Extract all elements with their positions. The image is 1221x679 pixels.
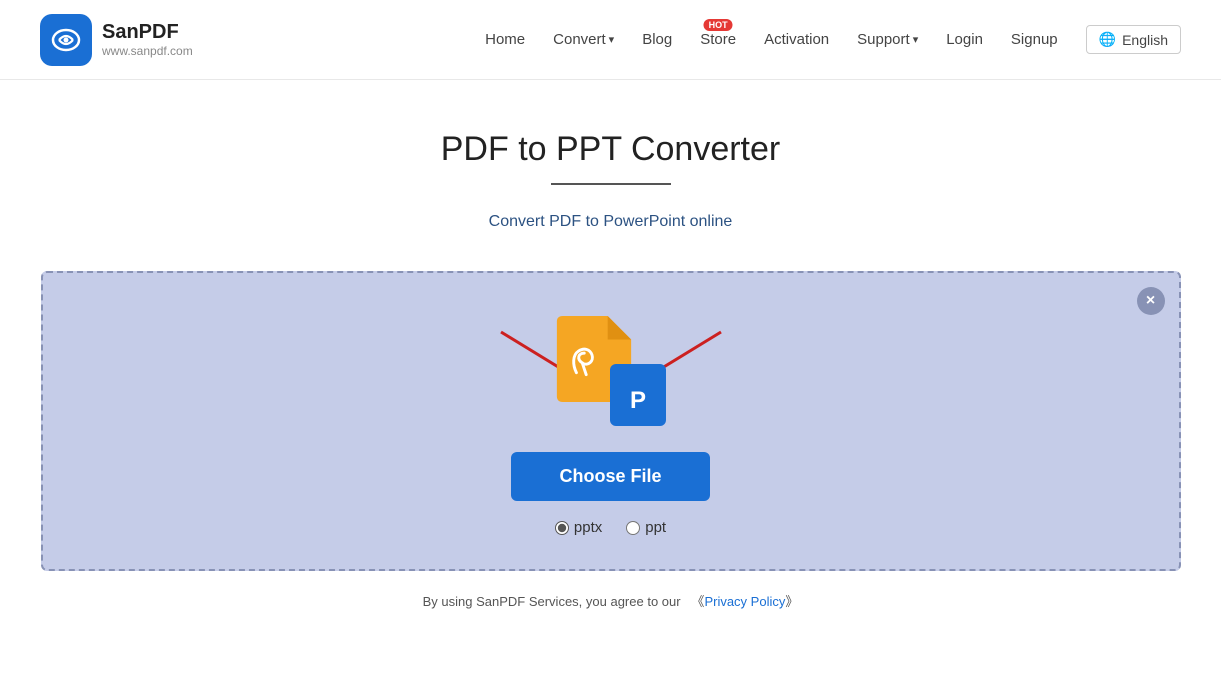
page-title: PDF to PPT Converter (441, 130, 781, 169)
page-subtitle: Convert PDF to PowerPoint online (489, 213, 733, 231)
privacy-policy-link[interactable]: Privacy Policy (704, 594, 785, 609)
main-nav: Home Convert ▾ Blog HOT Store Activation… (485, 25, 1181, 54)
nav-home[interactable]: Home (485, 31, 525, 48)
format-pptx-radio[interactable] (555, 521, 569, 535)
convert-chevron-icon: ▾ (609, 33, 615, 46)
format-ppt-label: ppt (645, 519, 666, 536)
nav-store[interactable]: Store (700, 31, 736, 48)
logo[interactable]: SanPDF www.sanpdf.com (40, 14, 193, 66)
format-ppt-option[interactable]: ppt (626, 519, 666, 536)
nav-blog[interactable]: Blog (642, 31, 672, 48)
format-options: pptx ppt (555, 519, 666, 536)
nav-store-wrap: HOT Store (700, 31, 736, 48)
footer-text: By using SanPDF Services, you agree to o… (423, 591, 799, 610)
nav-signup[interactable]: Signup (1011, 31, 1058, 48)
logo-title: SanPDF (102, 21, 193, 44)
globe-icon: 🌐 (1099, 31, 1116, 48)
language-label: English (1122, 32, 1168, 48)
title-divider (551, 183, 671, 185)
svg-text:P: P (629, 387, 645, 414)
language-selector[interactable]: 🌐 English (1086, 25, 1181, 54)
ppt-icon: P (610, 364, 666, 426)
support-chevron-icon: ▾ (913, 33, 919, 46)
conversion-icon: P (556, 316, 666, 426)
drop-zone[interactable]: × (41, 271, 1181, 571)
logo-url: www.sanpdf.com (102, 44, 193, 58)
close-button[interactable]: × (1137, 287, 1165, 315)
nav-login[interactable]: Login (946, 31, 983, 48)
nav-support[interactable]: Support ▾ (857, 31, 918, 48)
format-pptx-label: pptx (574, 519, 602, 536)
choose-file-button[interactable]: Choose File (511, 452, 709, 501)
format-pptx-option[interactable]: pptx (555, 519, 602, 536)
format-ppt-radio[interactable] (626, 521, 640, 535)
hot-badge: HOT (704, 19, 733, 31)
nav-activation[interactable]: Activation (764, 31, 829, 48)
logo-icon (40, 14, 92, 66)
nav-convert[interactable]: Convert ▾ (553, 31, 614, 48)
